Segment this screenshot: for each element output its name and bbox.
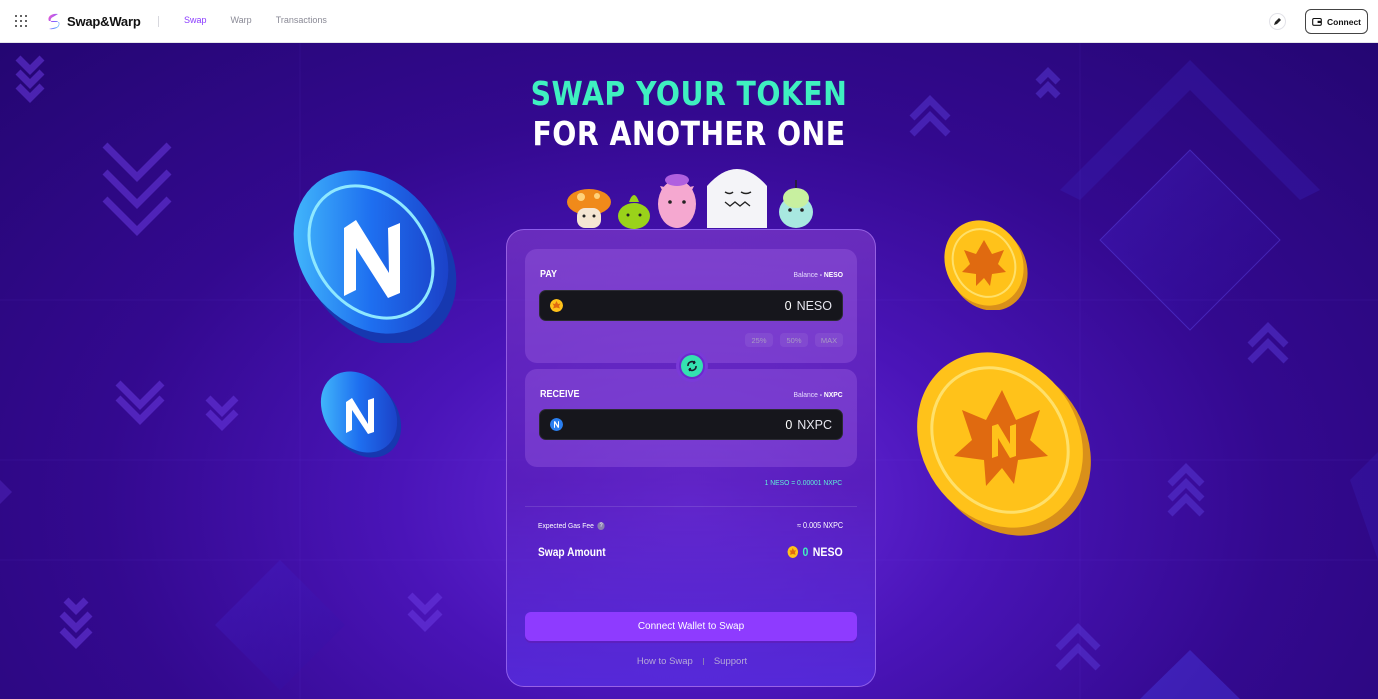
nav-transactions[interactable]: Transactions [276, 15, 327, 25]
connect-button[interactable]: Connect [1305, 9, 1368, 34]
swap-direction-button[interactable] [676, 350, 708, 382]
gas-fee-label: Expected Gas Fee ? [538, 521, 605, 530]
pay-balance: Balance - NESO [793, 270, 843, 279]
swap-amount-label: Swap Amount [538, 545, 606, 559]
pay-panel: PAY Balance - NESO 0 NESO 25% 50% MAX [525, 249, 857, 363]
main-nav: Swap Warp Transactions [184, 15, 327, 25]
receive-token-symbol: NXPC [797, 417, 832, 432]
nav-warp[interactable]: Warp [231, 15, 252, 25]
how-to-swap-link[interactable]: How to Swap [637, 656, 693, 667]
neso-token-icon [787, 546, 799, 558]
nav-divider [158, 16, 159, 27]
percent-buttons: 25% 50% MAX [745, 333, 843, 347]
mascot-characters-icon [567, 169, 813, 229]
help-icon[interactable]: ? [597, 521, 605, 530]
support-link[interactable]: Support [714, 656, 747, 667]
nxpc-coin-large-icon [293, 170, 457, 343]
connect-wallet-button[interactable]: Connect Wallet to Swap [525, 612, 857, 641]
nav-swap[interactable]: Swap [184, 15, 207, 25]
link-separator [702, 658, 704, 665]
pen-button[interactable] [1269, 13, 1286, 30]
hero-title-line-1: SWAP YOUR TOKEN [530, 74, 848, 113]
brand-name: Swap&Warp [67, 14, 141, 29]
receive-amount-value: 0 [785, 417, 793, 432]
receive-amount-field: 0 NXPC [539, 409, 843, 440]
pay-amount-value: 0 [784, 298, 792, 313]
nxpc-coin-small-icon [320, 371, 402, 458]
wallet-icon [1312, 17, 1322, 26]
brand-logo[interactable]: Swap&Warp [45, 12, 141, 31]
receive-balance-label: Balance [793, 390, 819, 399]
apps-grid-icon[interactable] [15, 15, 27, 27]
card-footer-links: How to Swap Support [507, 656, 877, 667]
neso-coin-large-icon [917, 352, 1091, 536]
swap-arrows-icon [681, 355, 703, 377]
swap-amount-token: NESO [813, 545, 843, 559]
receive-title: RECEIVE [540, 389, 580, 400]
percent-25-button[interactable]: 25% [745, 333, 773, 347]
nxpc-token-icon [550, 418, 563, 431]
gas-fee-label-text: Expected Gas Fee [538, 521, 594, 530]
pay-amount-input[interactable]: 0 NESO [539, 290, 843, 321]
max-button[interactable]: MAX [815, 333, 843, 347]
hero-title-line-2: FOR ANOTHER ONE [532, 114, 846, 153]
pen-icon [1274, 18, 1281, 25]
receive-balance: Balance - NXPC [794, 390, 843, 399]
swap-amount-number: 0 [802, 545, 809, 559]
pay-balance-value: - NESO [819, 270, 843, 279]
exchange-rate: 1 NESO = 0.00001 NXPC [764, 478, 842, 487]
receive-balance-value: - NXPC [820, 390, 843, 399]
gas-fee-value: ≈ 0.005 NXPC [797, 521, 843, 530]
swap-amount-value: 0 NESO [787, 545, 843, 559]
swap-card: PAY Balance - NESO 0 NESO 25% 50% MAX RE… [506, 229, 876, 687]
swapwarp-logo-icon [48, 13, 60, 30]
top-navbar: Swap&Warp Swap Warp Transactions Connect [0, 0, 1378, 43]
percent-50-button[interactable]: 50% [780, 333, 808, 347]
pay-token-symbol: NESO [796, 298, 832, 313]
receive-panel: RECEIVE Balance - NXPC 0 NXPC [525, 369, 857, 467]
neso-token-icon [550, 299, 563, 312]
pay-balance-label: Balance [793, 270, 818, 279]
connect-label: Connect [1327, 16, 1361, 27]
divider [525, 506, 857, 507]
pay-title: PAY [540, 269, 558, 280]
neso-coin-small-icon [944, 220, 1028, 310]
